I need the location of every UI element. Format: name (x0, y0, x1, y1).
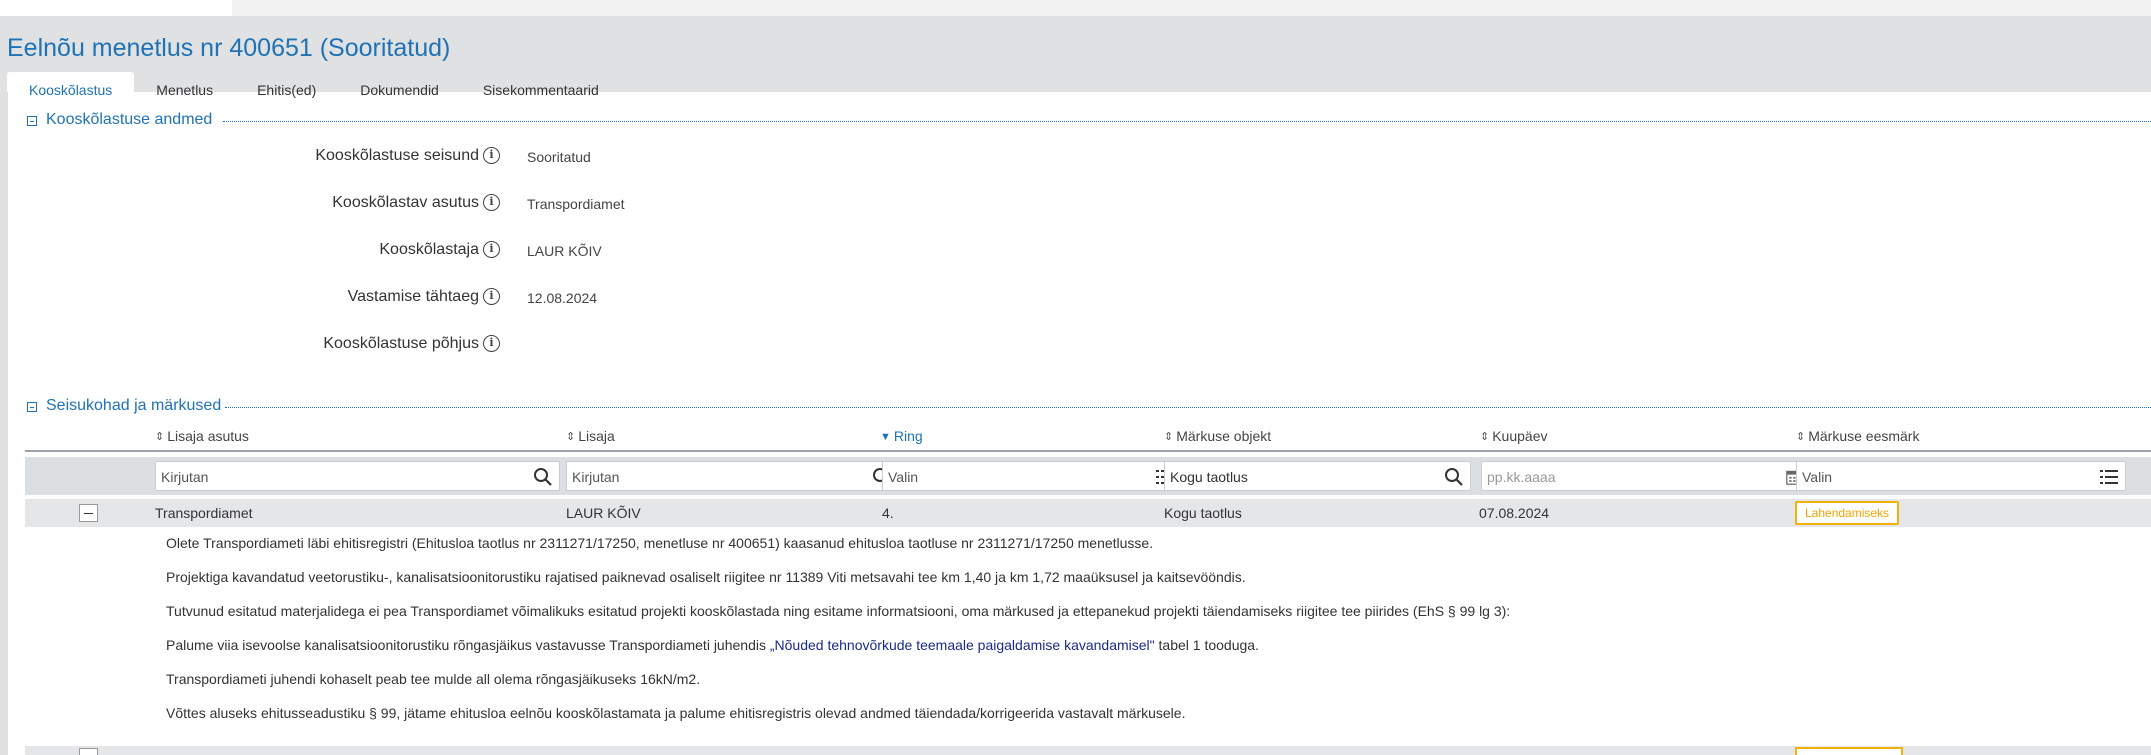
tab-ehitised[interactable]: Ehitis(ed) (235, 72, 338, 108)
field-tahtaeg: Vastamise tähtaeg i 12.08.2024 (0, 288, 900, 310)
filter-kuupaev (1481, 461, 1811, 491)
collapse-row-icon[interactable] (79, 504, 98, 522)
table-header: ⇕ Lisaja asutus ⇕ Lisaja ▼ Ring ⇕ Märkuse ob… (25, 424, 2151, 452)
filter-ring-select[interactable] (888, 467, 1146, 487)
approval-section-title[interactable]: Kooskõlastuse andmed (46, 111, 219, 129)
remark-paragraph: Transpordiameti juhendi kohaselt peab te… (166, 671, 701, 687)
tab-bar: Kooskõlastus Menetlus Ehitis(ed) Dokumen… (7, 72, 621, 108)
field-label: Vastamise tähtaeg (347, 288, 479, 305)
filter-ring (882, 461, 1182, 491)
page-title: Eelnõu menetlus nr 400651 (Sooritatud) (7, 34, 451, 62)
filter-lisaja-asutus (155, 461, 560, 491)
column-header-markuse-objekt[interactable]: ⇕ Märkuse objekt (1164, 428, 1271, 444)
field-value: LAUR KÕIV (527, 243, 602, 259)
field-value: Transpordiamet (527, 196, 625, 212)
table-row-partial[interactable] (25, 746, 2151, 755)
remarks-section-title[interactable]: Seisukohad ja märkused (46, 397, 228, 415)
remarks-section-header: Seisukohad ja märkused (27, 397, 2151, 417)
tab-kooskolastus[interactable]: Kooskõlastus (7, 72, 135, 108)
table-row[interactable]: Transpordiamet LAUR KÕIV 4. Kogu taotlus… (25, 499, 2151, 527)
field-asutus: Kooskõlastav asutus i Transpordiamet (0, 194, 900, 216)
collapse-toggle-icon[interactable] (27, 116, 37, 126)
field-kooskolastaja: Kooskõlastaja i LAUR KÕIV (0, 241, 900, 263)
section-divider (223, 121, 2151, 122)
column-header-lisaja[interactable]: ⇕ Lisaja (566, 428, 615, 444)
filter-row (25, 457, 2151, 495)
filter-markuse-objekt (1164, 461, 1471, 491)
cell-lisaja-asutus: Transpordiamet (155, 505, 253, 521)
list-icon[interactable] (2099, 467, 2119, 487)
filter-markuse-objekt-input[interactable] (1170, 467, 1435, 487)
tab-menetlus[interactable]: Menetlus (134, 72, 235, 108)
remark-paragraph: Võttes aluseks ehitusseadustiku § 99, jä… (166, 705, 1186, 721)
field-seisund: Kooskõlastuse seisund i Sooritatud (0, 147, 900, 169)
approval-section-header: Kooskõlastuse andmed (27, 111, 2151, 131)
field-label: Kooskõlastav asutus (332, 194, 479, 211)
info-icon[interactable]: i (483, 241, 500, 259)
guideline-link[interactable]: „Nõuded tehnovõrkude teemaale paigaldami… (770, 637, 1155, 653)
collapse-toggle-icon[interactable] (27, 402, 37, 412)
collapse-row-icon[interactable] (79, 748, 98, 755)
filter-markuse-eesmark (1796, 461, 2126, 491)
remark-paragraph: Tutvunud esitatud materjalidega ei pea T… (166, 603, 1511, 619)
field-label: Kooskõlastuse põhjus (323, 335, 479, 352)
sort-icon: ⇕ (1164, 431, 1174, 443)
column-header-lisaja-asutus[interactable]: ⇕ Lisaja asutus (155, 428, 249, 444)
remark-paragraph: Palume viia isevoolse kanalisatsioonitor… (166, 637, 1259, 653)
info-icon[interactable]: i (483, 335, 500, 353)
info-icon[interactable]: i (483, 194, 500, 212)
field-label: Kooskõlastaja (379, 241, 479, 258)
sort-icon: ⇕ (566, 431, 576, 443)
section-divider (225, 407, 2151, 408)
filter-lisaja-asutus-input[interactable] (161, 467, 524, 487)
column-header-kuupaev[interactable]: ⇕ Kuupäev (1480, 428, 1548, 444)
filter-markuse-eesmark-select[interactable] (1802, 467, 2090, 487)
sort-icon: ⇕ (155, 431, 165, 443)
info-icon[interactable]: i (483, 288, 500, 306)
tab-dokumendid[interactable]: Dokumendid (338, 72, 461, 108)
status-badge-partial (1795, 747, 1903, 755)
cell-markuse-objekt: Kogu taotlus (1164, 505, 1242, 521)
info-icon[interactable]: i (483, 147, 500, 165)
cell-ring: 4. (882, 505, 894, 521)
field-pohjus: Kooskõlastuse põhjus i (0, 335, 900, 357)
page-header: Eelnõu menetlus nr 400651 (Sooritatud) K… (0, 16, 2151, 108)
sort-icon: ⇕ (1480, 431, 1490, 443)
filter-lisaja-input[interactable] (572, 467, 863, 487)
remark-paragraph: Projektiga kavandatud veetorustiku-, kan… (166, 569, 1246, 585)
column-header-markuse-eesmark[interactable]: ⇕ Märkuse eesmärk (1796, 428, 1919, 444)
search-icon[interactable] (1444, 467, 1464, 487)
chevron-down-icon: ▼ (880, 431, 891, 443)
cell-lisaja: LAUR KÕIV (566, 505, 641, 521)
column-header-ring[interactable]: ▼ Ring (880, 428, 923, 444)
field-value: Sooritatud (527, 149, 591, 165)
left-border (0, 92, 8, 755)
top-strip-band (232, 0, 2151, 16)
tab-sisekommentaarid[interactable]: Sisekommentaarid (461, 72, 621, 108)
remark-paragraph: Olete Transpordiameti läbi ehitisregistr… (166, 535, 1154, 551)
search-icon[interactable] (533, 467, 553, 487)
top-strip (0, 0, 2151, 16)
field-label: Kooskõlastuse seisund (315, 147, 479, 164)
status-badge: Lahendamiseks (1795, 501, 1900, 525)
filter-kuupaev-input[interactable] (1487, 467, 1775, 487)
filter-lisaja (566, 461, 899, 491)
field-value: 12.08.2024 (527, 290, 598, 306)
cell-kuupaev: 07.08.2024 (1479, 505, 1550, 521)
sort-icon: ⇕ (1796, 431, 1806, 443)
